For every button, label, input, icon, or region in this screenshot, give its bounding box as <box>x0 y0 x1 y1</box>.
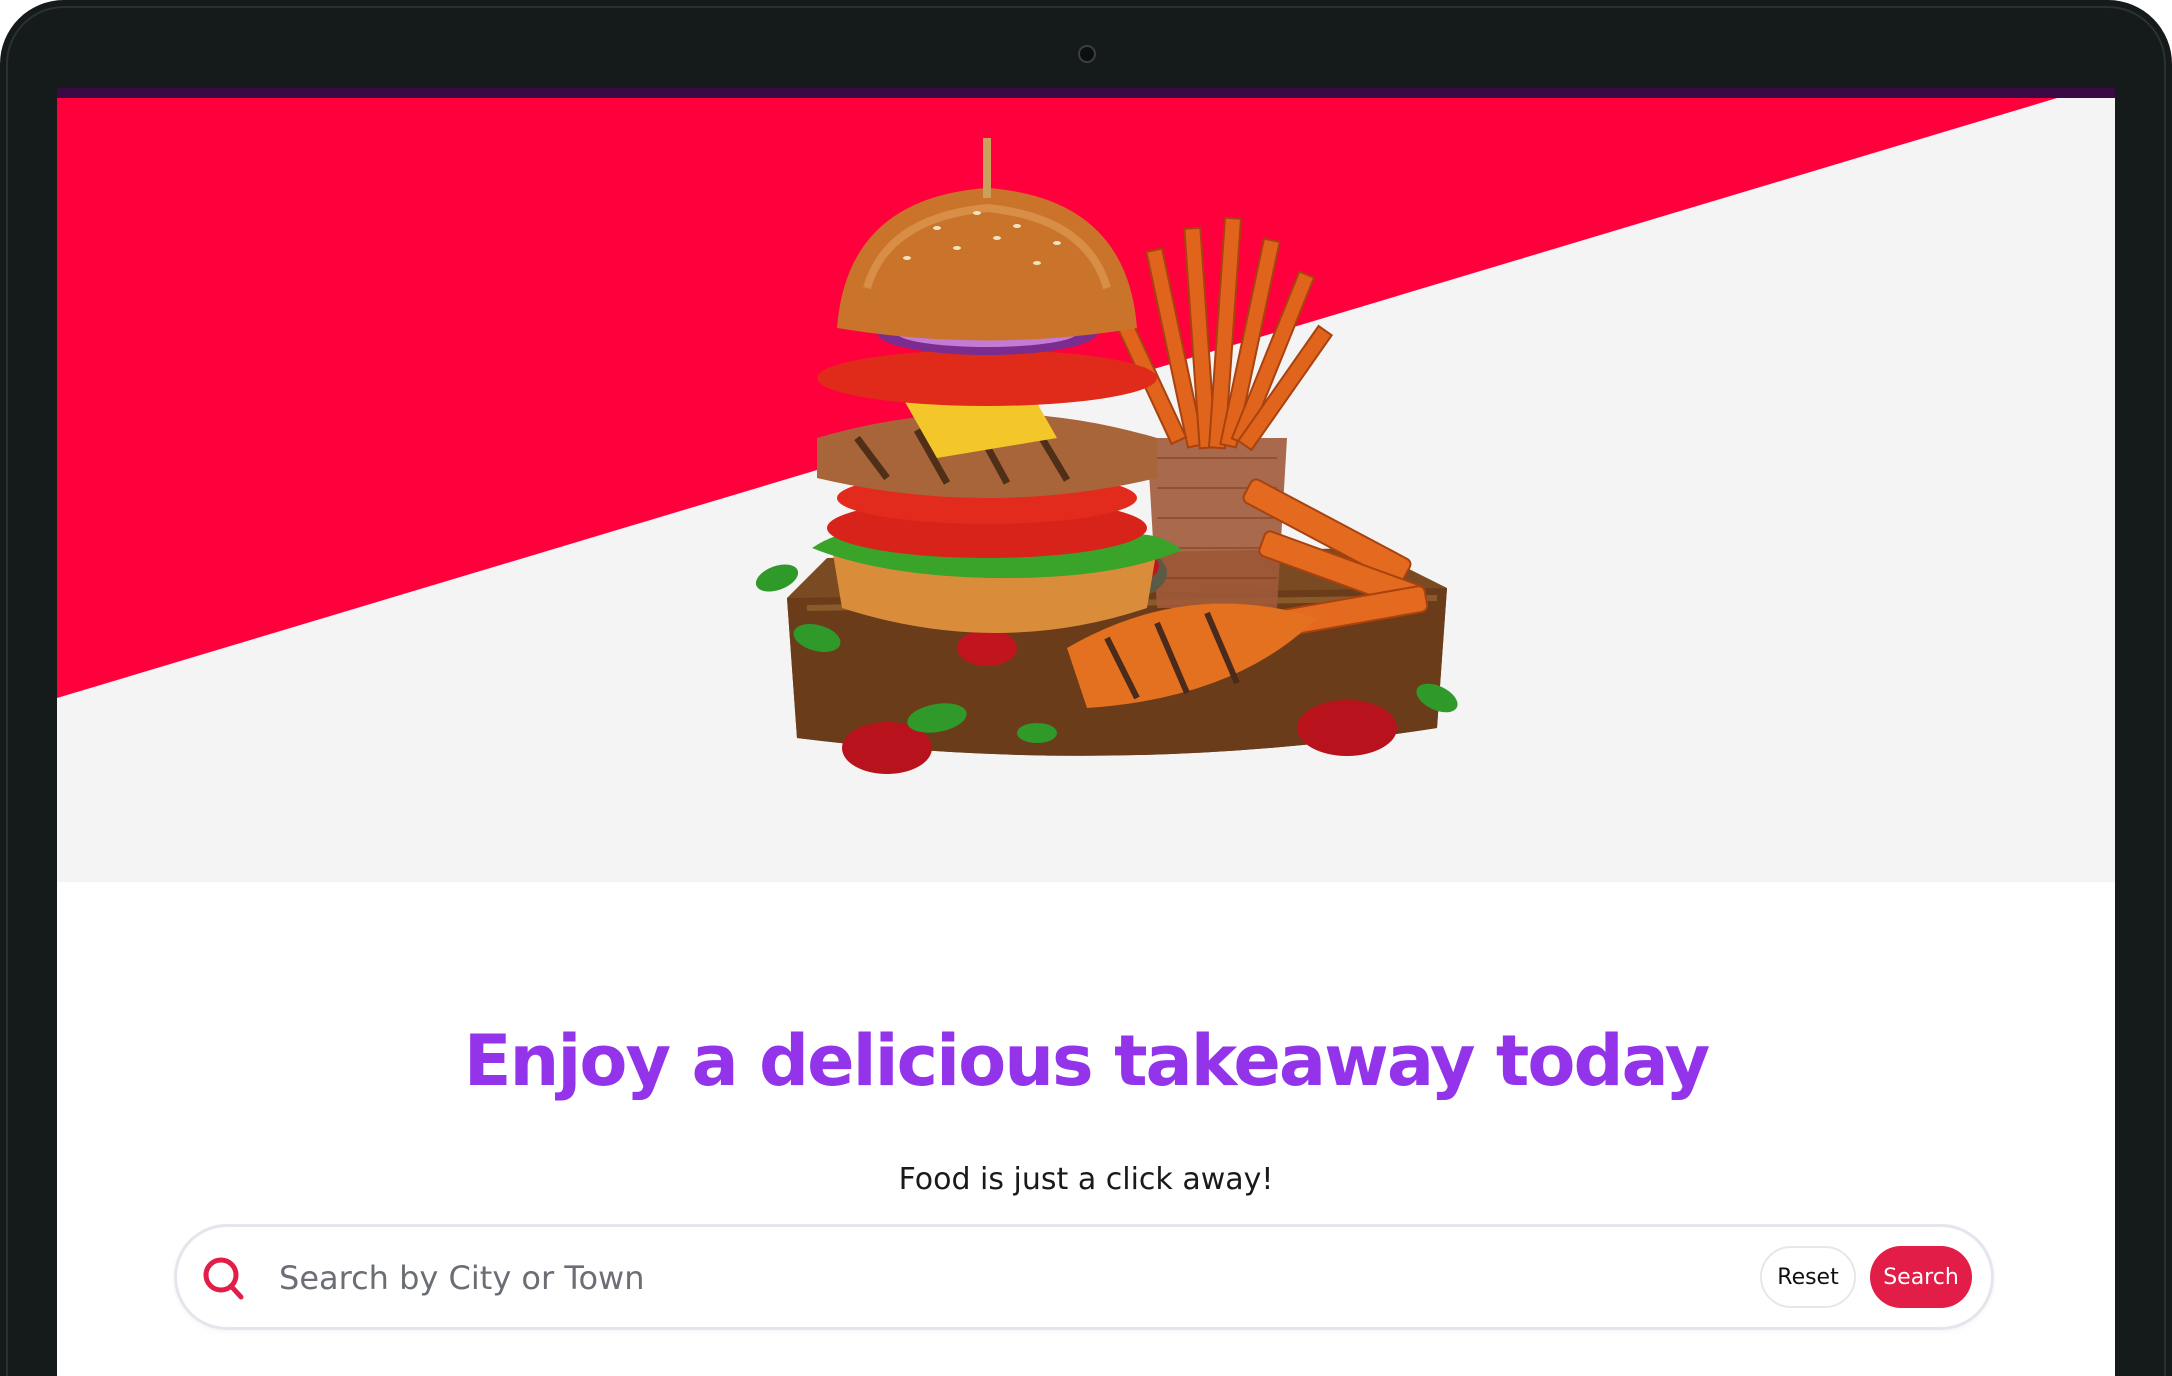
page-subtitle: Food is just a click away! <box>898 1162 1274 1197</box>
hero-content: Enjoy a delicious takeaway today Food is… <box>57 882 2115 1376</box>
search-input[interactable] <box>277 1249 1681 1307</box>
screen: Enjoy a delicious takeaway today Food is… <box>57 88 2115 1376</box>
search-bar: Reset Search <box>174 1224 1994 1330</box>
page-title: Enjoy a delicious takeaway today <box>463 1020 1711 1102</box>
webcam-icon <box>1078 45 1096 63</box>
reset-button[interactable]: Reset <box>1760 1246 1856 1308</box>
hero-banner <box>57 98 2115 882</box>
browser-top-strip <box>57 88 2115 98</box>
search-button[interactable]: Search <box>1870 1246 1972 1308</box>
laptop-frame: Enjoy a delicious takeaway today Food is… <box>0 0 2172 1376</box>
search-icon <box>203 1257 244 1300</box>
burger-and-fries-image <box>755 138 1458 774</box>
